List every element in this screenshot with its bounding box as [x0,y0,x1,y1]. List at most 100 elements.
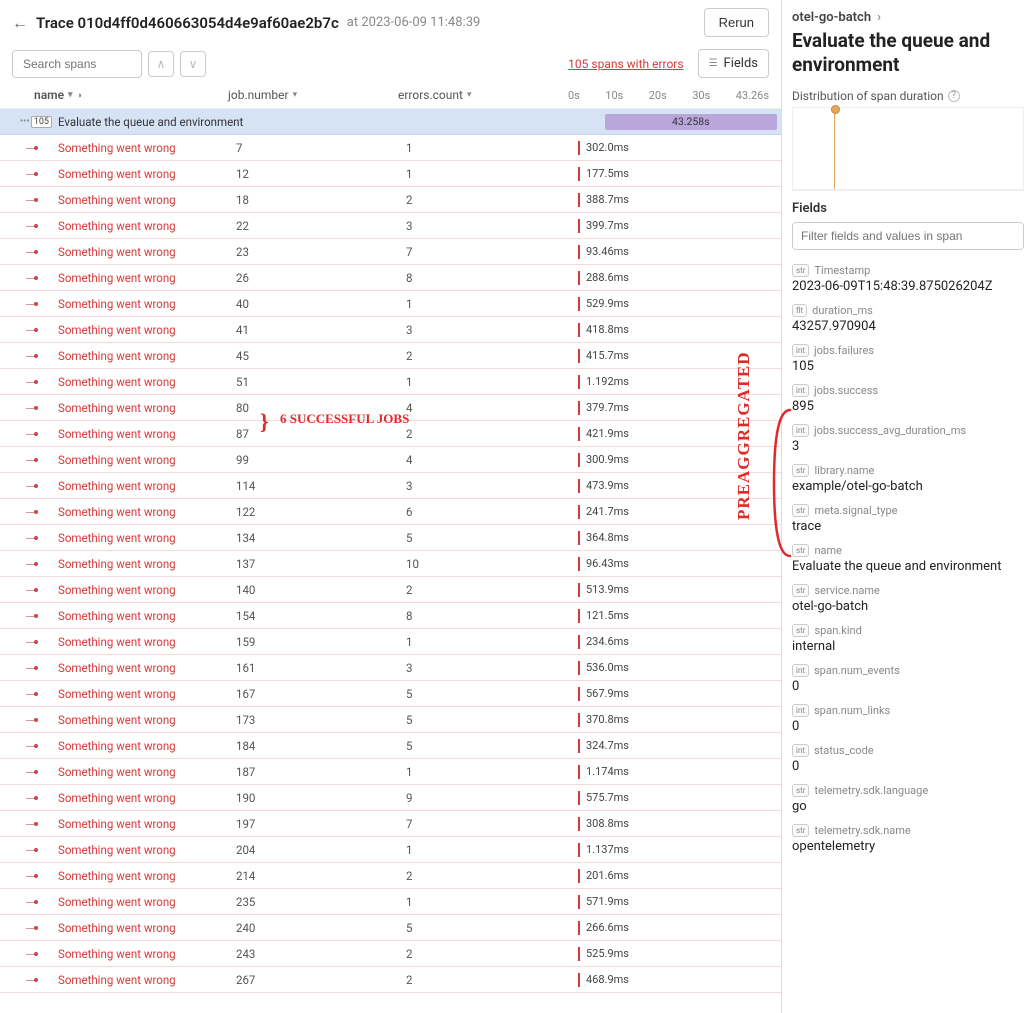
span-row[interactable]: Something went wrong 40 1 529.9ms [0,291,781,317]
span-job-number: 167 [236,687,406,701]
span-row[interactable]: Something went wrong 41 3 418.8ms [0,317,781,343]
field-block[interactable]: str telemetry.sdk.name opentelemetry [792,824,1024,854]
span-errors-count: 3 [406,661,576,675]
breadcrumb[interactable]: otel-go-batch › [792,10,1024,25]
span-row[interactable]: Something went wrong 26 8 288.6ms [0,265,781,291]
type-badge: int [792,744,809,757]
field-block[interactable]: flt duration_ms 43257.970904 [792,304,1024,334]
span-errors-count: 2 [406,973,576,987]
col-name[interactable]: name ▾ ◑ [34,88,228,102]
span-name: Something went wrong [52,713,236,727]
span-row[interactable]: Something went wrong 137 10 96.43ms [0,551,781,577]
field-value: 0 [792,719,1024,734]
rerun-button[interactable]: Rerun [704,8,769,37]
span-row[interactable]: Something went wrong 22 3 399.7ms [0,213,781,239]
span-row[interactable]: Something went wrong 267 2 468.9ms [0,967,781,993]
field-block[interactable]: int status_code 0 [792,744,1024,774]
span-timeline-cell: 571.9ms [576,889,781,914]
field-block[interactable]: str Timestamp 2023-06-09T15:48:39.875026… [792,264,1024,294]
span-errors-count: 1 [406,635,576,649]
span-row[interactable]: Something went wrong 204 1 1.137ms [0,837,781,863]
span-row[interactable]: Something went wrong 12 1 177.5ms [0,161,781,187]
span-row[interactable]: Something went wrong 122 6 241.7ms [0,499,781,525]
span-duration-label: 370.8ms [586,713,629,726]
field-block[interactable]: int jobs.success_avg_duration_ms 3 [792,424,1024,454]
distribution-chart[interactable] [792,107,1024,191]
span-job-number: 140 [236,583,406,597]
field-value: internal [792,639,1024,654]
span-row[interactable]: Something went wrong 87 2 421.9ms [0,421,781,447]
span-row[interactable]: Something went wrong 23 7 93.46ms [0,239,781,265]
span-row[interactable]: Something went wrong 154 8 121.5ms [0,603,781,629]
span-errors-count: 1 [406,167,576,181]
span-row[interactable]: Something went wrong 184 5 324.7ms [0,733,781,759]
span-row[interactable]: Something went wrong 235 1 571.9ms [0,889,781,915]
field-label: int span.num_events [792,664,1024,677]
span-row[interactable]: Something went wrong 240 5 266.6ms [0,915,781,941]
span-timeline-cell: 300.9ms [576,447,781,472]
spans-with-errors-link[interactable]: 105 spans with errors [568,57,683,71]
fields-toggle-button[interactable]: ☰ Fields [698,49,769,78]
span-row[interactable]: Something went wrong 51 1 1.192ms [0,369,781,395]
span-row[interactable]: Something went wrong 243 2 525.9ms [0,941,781,967]
prev-match-button[interactable]: ∧ [148,51,174,77]
span-name: Something went wrong [52,453,236,467]
span-row[interactable]: Something went wrong 7 1 302.0ms [0,135,781,161]
field-block[interactable]: str library.name example/otel-go-batch [792,464,1024,494]
field-block[interactable]: int jobs.failures 105 [792,344,1024,374]
span-row[interactable]: Something went wrong 114 3 473.9ms [0,473,781,499]
span-row[interactable]: Something went wrong 187 1 1.174ms [0,759,781,785]
span-duration-label: 302.0ms [586,141,629,154]
col-errors-count[interactable]: errors.count ▾ [398,88,568,102]
span-row[interactable]: Something went wrong 173 5 370.8ms [0,707,781,733]
span-row[interactable]: Something went wrong 161 3 536.0ms [0,655,781,681]
span-row[interactable]: Something went wrong 159 1 234.6ms [0,629,781,655]
span-duration-label: 324.7ms [586,739,629,752]
field-block[interactable]: int span.num_events 0 [792,664,1024,694]
field-block[interactable]: str service.name otel-go-batch [792,584,1024,614]
breadcrumb-service[interactable]: otel-go-batch [792,10,871,25]
span-job-number: 154 [236,609,406,623]
field-block[interactable]: str span.kind internal [792,624,1024,654]
search-spans-input[interactable] [12,50,142,78]
field-label: str name [792,544,1024,557]
span-row[interactable]: Something went wrong 45 2 415.7ms [0,343,781,369]
span-duration-tick [578,531,580,545]
span-row[interactable]: Something went wrong 214 2 201.6ms [0,863,781,889]
field-block[interactable]: int span.num_links 0 [792,704,1024,734]
span-row[interactable]: Something went wrong 80 4 379.7ms [0,395,781,421]
col-job-number[interactable]: job.number ▾ [228,88,398,102]
span-name: Something went wrong [52,609,236,623]
field-block[interactable]: str name Evaluate the queue and environm… [792,544,1024,574]
info-icon[interactable]: ? [948,90,960,102]
field-key: span.num_events [814,664,900,677]
span-row[interactable]: Something went wrong 99 4 300.9ms [0,447,781,473]
expand-dots-icon[interactable]: ••• [20,116,30,127]
span-row[interactable]: Something went wrong 134 5 364.8ms [0,525,781,551]
span-row[interactable]: Something went wrong 167 5 567.9ms [0,681,781,707]
span-errors-count: 6 [406,505,576,519]
field-block[interactable]: int jobs.success 895 [792,384,1024,414]
next-match-button[interactable]: ∨ [180,51,206,77]
span-errors-count: 5 [406,739,576,753]
field-block[interactable]: str telemetry.sdk.language go [792,784,1024,814]
span-job-number: 45 [236,349,406,363]
root-span-row[interactable]: ••• 105 Evaluate the queue and environme… [0,109,781,135]
span-errors-count: 2 [406,193,576,207]
span-timeline-cell: 399.7ms [576,213,781,238]
back-arrow-icon[interactable]: ← [12,13,28,33]
filter-fields-input[interactable] [792,222,1024,250]
span-timeline-cell: 421.9ms [576,421,781,446]
span-name: Something went wrong [52,817,236,831]
column-headers: name ▾ ◑ job.number ▾ errors.count ▾ 0s … [0,82,781,109]
span-errors-count: 2 [406,349,576,363]
span-duration-label: 1.174ms [586,765,629,778]
span-grid[interactable]: ••• 105 Evaluate the queue and environme… [0,109,781,1013]
field-block[interactable]: str meta.signal_type trace [792,504,1024,534]
span-row[interactable]: Something went wrong 190 9 575.7ms [0,785,781,811]
span-row[interactable]: Something went wrong 140 2 513.9ms [0,577,781,603]
span-row[interactable]: Something went wrong 197 7 308.8ms [0,811,781,837]
span-row[interactable]: Something went wrong 18 2 388.7ms [0,187,781,213]
span-duration-label: 300.9ms [586,453,629,466]
span-timeline-cell: 525.9ms [576,941,781,966]
